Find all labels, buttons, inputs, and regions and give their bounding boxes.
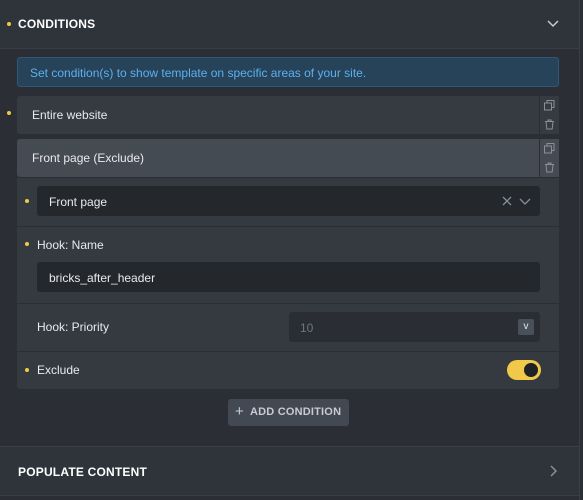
trash-icon[interactable] xyxy=(540,158,559,177)
hook-name-value: bricks_after_header xyxy=(49,271,156,285)
hook-priority-placeholder: 10 xyxy=(300,321,314,335)
condition-row-entire-website[interactable]: Entire website xyxy=(17,96,539,134)
modified-indicator xyxy=(7,22,11,26)
modified-indicator xyxy=(7,111,11,115)
plus-icon: + xyxy=(235,403,244,420)
settings-panel: CONDITIONS Set condition(s) to show temp… xyxy=(0,0,580,500)
condition-type-select[interactable]: Front page xyxy=(37,186,540,216)
hook-name-label: Hook: Name xyxy=(37,238,104,252)
toggle-knob xyxy=(524,363,538,377)
conditions-section-header[interactable]: CONDITIONS xyxy=(0,0,579,49)
hook-name-input[interactable]: bricks_after_header xyxy=(37,262,540,292)
condition-row-actions xyxy=(540,96,559,134)
divider xyxy=(17,226,559,227)
populate-content-title: POPULATE CONTENT xyxy=(18,465,147,479)
chevron-down-icon[interactable] xyxy=(545,15,561,31)
duplicate-icon[interactable] xyxy=(540,96,559,115)
modified-indicator xyxy=(25,368,29,372)
hook-priority-label: Hook: Priority xyxy=(37,320,110,334)
hook-priority-input[interactable]: 10 v xyxy=(289,312,540,342)
populate-content-section-header[interactable]: POPULATE CONTENT xyxy=(0,446,579,496)
info-notice: Set condition(s) to show template on spe… xyxy=(17,57,559,87)
chevron-down-icon[interactable] xyxy=(519,196,531,206)
condition-row-actions xyxy=(540,139,559,177)
condition-label: Front page (Exclude) xyxy=(32,151,145,165)
select-value: Front page xyxy=(49,195,108,209)
conditions-title: CONDITIONS xyxy=(18,17,96,31)
trash-icon[interactable] xyxy=(540,115,559,134)
priority-stepper-button[interactable]: v xyxy=(518,319,534,335)
exclude-toggle[interactable] xyxy=(507,360,541,380)
add-condition-button[interactable]: + ADD CONDITION xyxy=(228,399,349,426)
add-condition-label: ADD CONDITION xyxy=(250,406,342,418)
clear-icon[interactable] xyxy=(502,196,512,206)
duplicate-icon[interactable] xyxy=(540,139,559,158)
divider xyxy=(17,303,559,304)
modified-indicator xyxy=(25,199,29,203)
info-text: Set condition(s) to show template on spe… xyxy=(30,66,367,80)
condition-row-front-page[interactable]: Front page (Exclude) xyxy=(17,139,539,177)
chevron-right-icon[interactable] xyxy=(545,463,561,479)
condition-label: Entire website xyxy=(32,108,108,122)
divider xyxy=(17,351,559,352)
modified-indicator xyxy=(25,242,29,246)
exclude-label: Exclude xyxy=(37,363,80,377)
